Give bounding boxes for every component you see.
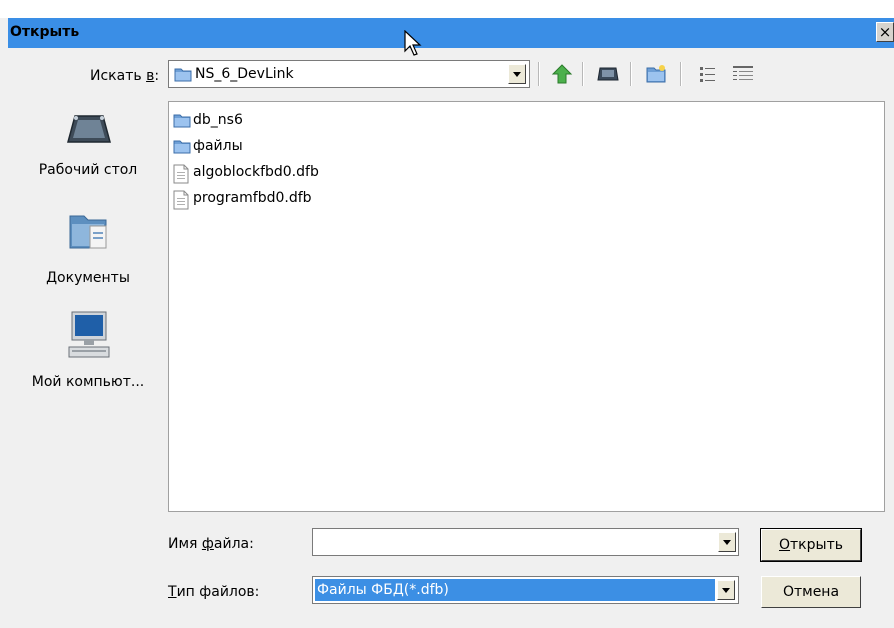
up-one-level-icon[interactable] (548, 60, 574, 86)
list-view-icon[interactable] (694, 60, 720, 86)
place-label: Рабочий стол (38, 162, 138, 178)
place-label: Документы (46, 270, 130, 286)
documents-icon (69, 215, 107, 249)
file-icon (173, 164, 189, 184)
filetype-label: Тип файлов: (168, 584, 260, 600)
filename-dropdown-button[interactable] (718, 532, 736, 552)
details-view-icon[interactable] (728, 60, 754, 86)
open-button[interactable]: Открыть (760, 528, 862, 562)
filetype-value: Файлы ФБД(*.dfb) (315, 579, 715, 601)
filename-label: Имя файла: (168, 536, 254, 552)
computer-icon (68, 311, 110, 358)
toolbar-separator (538, 62, 540, 86)
folder-icon (173, 114, 191, 128)
desktop-icon (67, 115, 111, 143)
new-folder-icon[interactable] (642, 60, 668, 86)
filename-input[interactable] (312, 528, 739, 556)
desktop-icon[interactable] (594, 60, 620, 86)
lookin-label: Искать в: (90, 68, 160, 84)
folder-icon (173, 140, 191, 154)
close-button[interactable]: × (876, 22, 894, 42)
file-icon (173, 190, 189, 210)
title-bar[interactable]: Открыть × (8, 18, 894, 48)
cancel-button[interactable]: Отмена (761, 576, 861, 608)
filetype-dropdown-button[interactable] (717, 580, 735, 600)
filetype-select[interactable]: Файлы ФБД(*.dfb) (312, 576, 739, 604)
top-strip (0, 0, 894, 18)
lookin-value: NS_6_DevLink (195, 66, 294, 82)
toolbar-separator (680, 62, 682, 86)
toolbar-separator (582, 62, 584, 86)
dialog-title: Открыть (10, 24, 80, 40)
lookin-dropdown-button[interactable] (508, 64, 526, 84)
place-label: Мой компьют... (31, 374, 145, 390)
folder-icon (174, 66, 192, 86)
lookin-combo[interactable]: NS_6_DevLink (168, 60, 530, 88)
file-list[interactable]: db_ns6 файлы algoblockfbd0.dfb programfb… (168, 101, 885, 512)
toolbar-separator (630, 62, 632, 86)
mouse-cursor-icon (404, 30, 422, 56)
